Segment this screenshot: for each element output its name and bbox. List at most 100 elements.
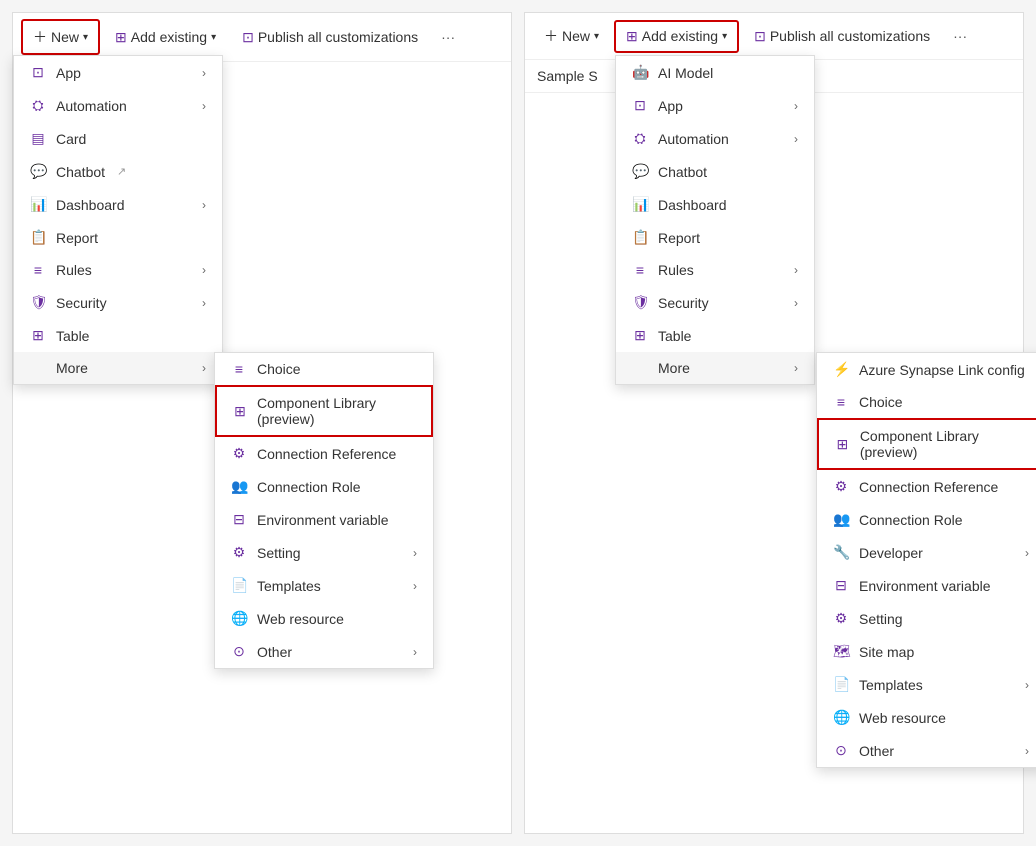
environment-variable-icon: ⊟ <box>231 511 247 528</box>
submenu-item-templates-label: Templates <box>257 578 321 594</box>
azure-synapse-icon: ⚡ <box>833 361 849 378</box>
submenu-item-environment-variable[interactable]: ⊟ Environment variable <box>215 503 433 536</box>
external-icon: ↗ <box>117 165 126 178</box>
menu-item-rules-label: Rules <box>56 262 92 278</box>
menu-item-security[interactable]: 🛡 Security › <box>14 286 222 319</box>
menu-item-app[interactable]: ⊡ App › <box>14 56 222 89</box>
submenu2-item-component-library[interactable]: ⊞ Component Library (preview) <box>817 418 1036 470</box>
menu-item-ai-model[interactable]: 🤖 AI Model <box>616 56 814 89</box>
submenu2-item-developer-label: Developer <box>859 545 923 561</box>
submenu2-item-templates[interactable]: 📄 Templates › <box>817 668 1036 701</box>
submenu-item-other-label: Other <box>257 644 292 660</box>
connection-reference-icon-2: ⚙ <box>833 478 849 495</box>
submenu-item-setting[interactable]: ⚙ Setting › <box>215 536 433 569</box>
menu-item-rules-2[interactable]: ≡ Rules › <box>616 254 814 286</box>
submenu-item-other[interactable]: ⊙ Other › <box>215 635 433 668</box>
menu-item-dashboard-2[interactable]: 📊 Dashboard <box>616 188 814 221</box>
chevron-right-icon: › <box>1025 744 1029 758</box>
other-icon-2: ⊙ <box>833 742 849 759</box>
panel-1: ＋ New ▾ ⊞ Add existing ▾ ⊡ Publish all c… <box>12 12 512 834</box>
submenu-item-choice[interactable]: ≡ Choice <box>215 353 433 385</box>
submenu2-item-web-resource-label: Web resource <box>859 710 946 726</box>
app-icon: ⊡ <box>30 64 46 81</box>
menu-item-table-label-2: Table <box>658 328 691 344</box>
chevron-right-icon: › <box>794 263 798 277</box>
plus-icon: ＋ <box>33 27 47 47</box>
menu-item-app-2[interactable]: ⊡ App › <box>616 89 814 122</box>
submenu-item-component-library[interactable]: ⊞ Component Library (preview) <box>215 385 433 437</box>
menu-item-app-label: App <box>56 65 81 81</box>
menu-item-automation[interactable]: ⛭ Automation › <box>14 89 222 122</box>
submenu-item-connection-role[interactable]: 👥 Connection Role <box>215 470 433 503</box>
publish-label: Publish all customizations <box>258 29 418 45</box>
menu-item-rules[interactable]: ≡ Rules › <box>14 254 222 286</box>
menu-item-security-label-2: Security <box>658 295 709 311</box>
add-existing-button-2[interactable]: ⊞ Add existing ▾ <box>614 20 739 53</box>
add-existing-label-2: Add existing <box>642 28 718 44</box>
menu-item-dashboard[interactable]: 📊 Dashboard › <box>14 188 222 221</box>
submenu2-item-azure-synapse[interactable]: ⚡ Azure Synapse Link config <box>817 353 1036 386</box>
publish-icon-2: ⊡ <box>754 28 766 45</box>
menu-item-chatbot-label: Chatbot <box>56 164 105 180</box>
more-submenu: ≡ Choice ⊞ Component Library (preview) ⚙… <box>214 352 434 669</box>
chevron-right-icon: › <box>202 361 206 375</box>
menu-item-more-2[interactable]: More › ⚡ Azure Synapse Link config ≡ Cho… <box>616 352 814 384</box>
page-title: Sample S <box>537 68 598 84</box>
submenu2-item-environment-variable[interactable]: ⊟ Environment variable <box>817 569 1036 602</box>
more-options-button[interactable]: ··· <box>433 23 463 51</box>
publish-button[interactable]: ⊡ Publish all customizations <box>231 22 429 53</box>
menu-item-card[interactable]: ▤ Card <box>14 122 222 155</box>
more-options-button-2[interactable]: ··· <box>945 22 975 50</box>
publish-button-2[interactable]: ⊡ Publish all customizations <box>743 21 941 52</box>
submenu2-item-setting[interactable]: ⚙ Setting <box>817 602 1036 635</box>
templates-icon-2: 📄 <box>833 676 849 693</box>
menu-item-automation-2[interactable]: ⛭ Automation › <box>616 122 814 155</box>
submenu2-item-site-map[interactable]: 🗺 Site map <box>817 635 1036 668</box>
submenu2-item-developer[interactable]: 🔧 Developer › <box>817 536 1036 569</box>
chevron-right-icon: › <box>794 361 798 375</box>
menu-item-report-2[interactable]: 📋 Report <box>616 221 814 254</box>
submenu-item-environment-variable-label: Environment variable <box>257 512 389 528</box>
rules-icon-2: ≡ <box>632 262 648 278</box>
security-icon-2: 🛡 <box>632 294 648 311</box>
menu-item-more-label-2: More <box>658 360 690 376</box>
menu-item-security-2[interactable]: 🛡 Security › <box>616 286 814 319</box>
new-button[interactable]: ＋ New ▾ <box>21 19 100 55</box>
chevron-down-icon-2: ▾ <box>594 31 599 42</box>
submenu-item-connection-reference[interactable]: ⚙ Connection Reference <box>215 437 433 470</box>
chevron-right-icon: › <box>1025 678 1029 692</box>
menu-item-report[interactable]: 📋 Report <box>14 221 222 254</box>
dashboard-icon: 📊 <box>30 196 46 213</box>
menu-item-table-2[interactable]: ⊞ Table <box>616 319 814 352</box>
chevron-right-icon: › <box>202 99 206 113</box>
menu-item-more[interactable]: More › ≡ Choice ⊞ Component Library (pre… <box>14 352 222 384</box>
submenu2-item-choice[interactable]: ≡ Choice <box>817 386 1036 418</box>
menu-item-automation-label: Automation <box>56 98 127 114</box>
menu-item-chatbot-2[interactable]: 💬 Chatbot <box>616 155 814 188</box>
submenu2-item-templates-label: Templates <box>859 677 923 693</box>
table-icon: ⊞ <box>30 327 46 344</box>
chevron-right-icon: › <box>794 296 798 310</box>
card-icon: ▤ <box>30 130 46 147</box>
submenu-item-web-resource[interactable]: 🌐 Web resource <box>215 602 433 635</box>
submenu2-item-other-label: Other <box>859 743 894 759</box>
menu-item-table[interactable]: ⊞ Table <box>14 319 222 352</box>
submenu2-item-connection-reference[interactable]: ⚙ Connection Reference <box>817 470 1036 503</box>
new-dropdown: ⊡ App › ⛭ Automation › ▤ Card 💬 Chatbot … <box>13 55 223 385</box>
add-existing-icon: ⊞ <box>115 29 127 46</box>
menu-item-security-label: Security <box>56 295 107 311</box>
menu-item-chatbot-label-2: Chatbot <box>658 164 707 180</box>
submenu2-item-other[interactable]: ⊙ Other › <box>817 734 1036 767</box>
new-button-2[interactable]: ＋ New ▾ <box>533 19 610 53</box>
chevron-down-icon-add-2: ▾ <box>722 31 727 42</box>
connection-role-icon-2: 👥 <box>833 511 849 528</box>
submenu2-item-web-resource[interactable]: 🌐 Web resource <box>817 701 1036 734</box>
chevron-right-icon: › <box>1025 546 1029 560</box>
submenu2-item-connection-role[interactable]: 👥 Connection Role <box>817 503 1036 536</box>
web-resource-icon-2: 🌐 <box>833 709 849 726</box>
menu-item-chatbot[interactable]: 💬 Chatbot ↗ <box>14 155 222 188</box>
add-existing-button[interactable]: ⊞ Add existing ▾ <box>104 22 227 53</box>
submenu-item-choice-label: Choice <box>257 361 301 377</box>
setting-icon-2: ⚙ <box>833 610 849 627</box>
submenu-item-templates[interactable]: 📄 Templates › <box>215 569 433 602</box>
